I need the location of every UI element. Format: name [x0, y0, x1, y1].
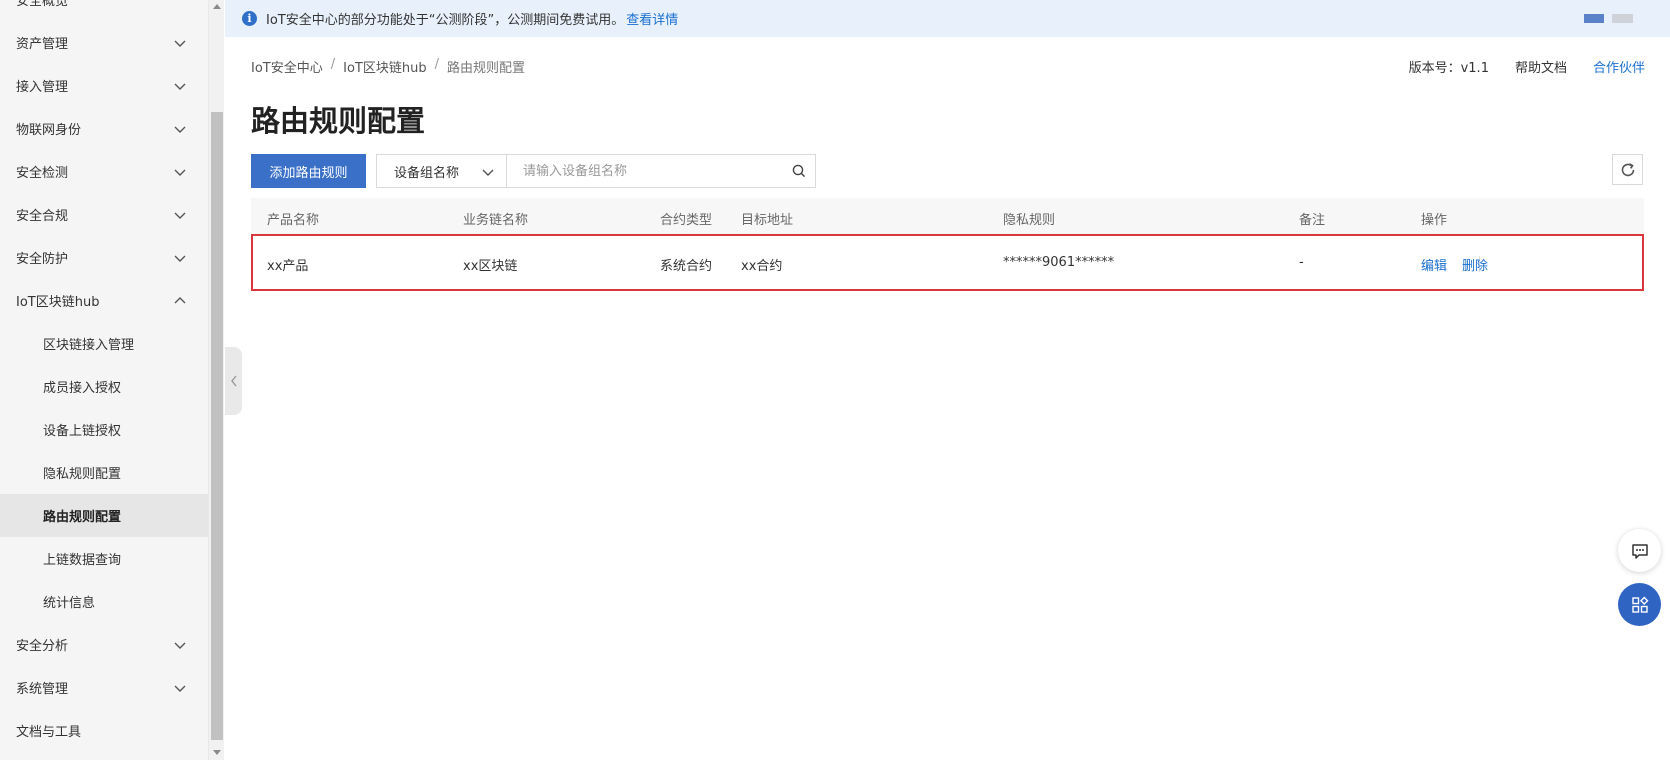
cell-target: xx合约: [741, 259, 783, 274]
app-root: 安全概览 资产管理 接入管理 物联网身份 安全检测 安全合规 安全防护 IoT区…: [0, 0, 1670, 760]
breadcrumb-item[interactable]: IoT区块链hub: [343, 57, 426, 76]
chevron-down-icon: [174, 169, 186, 176]
sidebar-item-member-auth[interactable]: 成员接入授权: [0, 365, 208, 408]
routing-rules-table: 产品名称 业务链名称 合约类型 目标地址 隐私规则 备注 操作 xx产品 xx区…: [251, 198, 1644, 291]
breadcrumb-separator: /: [434, 57, 439, 72]
apps-float-button[interactable]: [1618, 583, 1661, 626]
help-docs-link[interactable]: 帮助文档: [1515, 57, 1567, 76]
delete-link[interactable]: 删除: [1462, 255, 1488, 274]
sidebar-item-routing-rules[interactable]: 路由规则配置: [0, 494, 208, 537]
scroll-up-icon[interactable]: [213, 4, 221, 9]
notice-banner: i IoT安全中心的部分功能处于“公测阶段”，公测期间免费试用。 查看详情: [225, 0, 1670, 37]
cell-privacy-rule: ******9061******: [1003, 255, 1115, 270]
sidebar-item-privacy-rules[interactable]: 隐私规则配置: [0, 451, 208, 494]
sidebar-item-assets[interactable]: 资产管理: [0, 21, 208, 64]
chat-float-button[interactable]: [1618, 529, 1661, 572]
column-header: 产品名称: [267, 213, 320, 228]
cell-chain: xx区块链: [463, 259, 518, 274]
sidebar-item-overview[interactable]: 安全概览: [0, 0, 208, 21]
apps-icon: [1631, 596, 1648, 613]
sidebar-item-docs-tools[interactable]: 文档与工具: [0, 709, 208, 752]
refresh-icon: [1621, 162, 1634, 176]
scrollbar-thumb[interactable]: [211, 112, 223, 740]
chevron-down-icon: [174, 212, 186, 219]
notice-details-link[interactable]: 查看详情: [626, 9, 678, 28]
sidebar: 安全概览 资产管理 接入管理 物联网身份 安全检测 安全合规 安全防护 IoT区…: [0, 0, 208, 760]
edit-link[interactable]: 编辑: [1421, 255, 1447, 274]
chevron-down-icon: [174, 255, 186, 262]
sidebar-item-device-auth[interactable]: 设备上链授权: [0, 408, 208, 451]
column-header: 备注: [1299, 213, 1326, 228]
refresh-button[interactable]: [1612, 154, 1643, 185]
partner-link[interactable]: 合作伙伴: [1593, 57, 1645, 76]
column-header: 合约类型: [660, 213, 713, 228]
column-header: 隐私规则: [1003, 213, 1056, 228]
table-row: xx产品 xx区块链 系统合约 xx合约 ******9061****** - …: [251, 234, 1644, 291]
chat-icon: [1631, 543, 1648, 559]
sidebar-item-blockchain-hub[interactable]: IoT区块链hub: [0, 279, 208, 322]
chevron-down-icon: [174, 83, 186, 90]
column-header: 业务链名称: [463, 213, 529, 228]
page-title: 路由规则配置: [251, 104, 426, 138]
main-content: i IoT安全中心的部分功能处于“公测阶段”，公测期间免费试用。 查看详情 Io…: [225, 0, 1670, 760]
cell-note: -: [1299, 255, 1304, 270]
add-routing-rule-button[interactable]: 添加路由规则: [251, 154, 366, 188]
chevron-down-icon: [482, 169, 494, 176]
chevron-down-icon: [174, 642, 186, 649]
sidebar-item-iot-identity[interactable]: 物联网身份: [0, 107, 208, 150]
chevron-down-icon: [174, 40, 186, 47]
sidebar-item-access[interactable]: 接入管理: [0, 64, 208, 107]
breadcrumb-item[interactable]: IoT安全中心: [251, 57, 323, 76]
cell-contract-type: 系统合约: [660, 259, 713, 274]
notice-text: IoT安全中心的部分功能处于“公测阶段”，公测期间免费试用。: [266, 13, 625, 28]
breadcrumb-current: 路由规则配置: [446, 61, 525, 76]
sidebar-item-system[interactable]: 系统管理: [0, 666, 208, 709]
sidebar-item-chain-access[interactable]: 区块链接入管理: [0, 322, 208, 365]
version-label: 版本号：v1.1: [1408, 61, 1489, 76]
cell-product: xx产品: [267, 259, 309, 274]
sidebar-item-chain-data[interactable]: 上链数据查询: [0, 537, 208, 580]
search-box: [506, 154, 816, 188]
table-header: 产品名称 业务链名称 合约类型 目标地址 隐私规则 备注 操作: [251, 198, 1644, 234]
sidebar-scrollbar[interactable]: [208, 0, 224, 760]
chevron-left-icon: [230, 375, 237, 387]
sidebar-item-security-check[interactable]: 安全检测: [0, 150, 208, 193]
breadcrumb-separator: /: [330, 57, 336, 72]
search-field-select[interactable]: 设备组名称: [376, 154, 507, 188]
select-value: 设备组名称: [394, 165, 460, 181]
sidebar-item-statistics[interactable]: 统计信息: [0, 580, 208, 623]
sidebar-collapse-handle[interactable]: [225, 347, 242, 415]
layout-toggle-icon[interactable]: [1584, 14, 1604, 23]
sidebar-item-analysis[interactable]: 安全分析: [0, 623, 208, 666]
sidebar-item-compliance[interactable]: 安全合规: [0, 193, 208, 236]
scroll-down-icon[interactable]: [213, 750, 221, 755]
search-input[interactable]: [507, 155, 777, 187]
chevron-up-icon: [174, 297, 186, 304]
info-icon: i: [242, 11, 257, 26]
header-links: 版本号：v1.1 帮助文档 合作伙伴: [1409, 57, 1645, 76]
column-header: 操作: [1421, 213, 1448, 228]
chevron-down-icon: [174, 685, 186, 692]
column-header: 目标地址: [741, 213, 794, 228]
chevron-down-icon: [174, 126, 186, 133]
breadcrumb: IoT安全中心 / IoT区块链hub / 路由规则配置: [251, 57, 525, 76]
search-icon[interactable]: [791, 163, 807, 179]
layout-toggle-alt-icon[interactable]: [1612, 14, 1633, 23]
sidebar-item-protection[interactable]: 安全防护: [0, 236, 208, 279]
